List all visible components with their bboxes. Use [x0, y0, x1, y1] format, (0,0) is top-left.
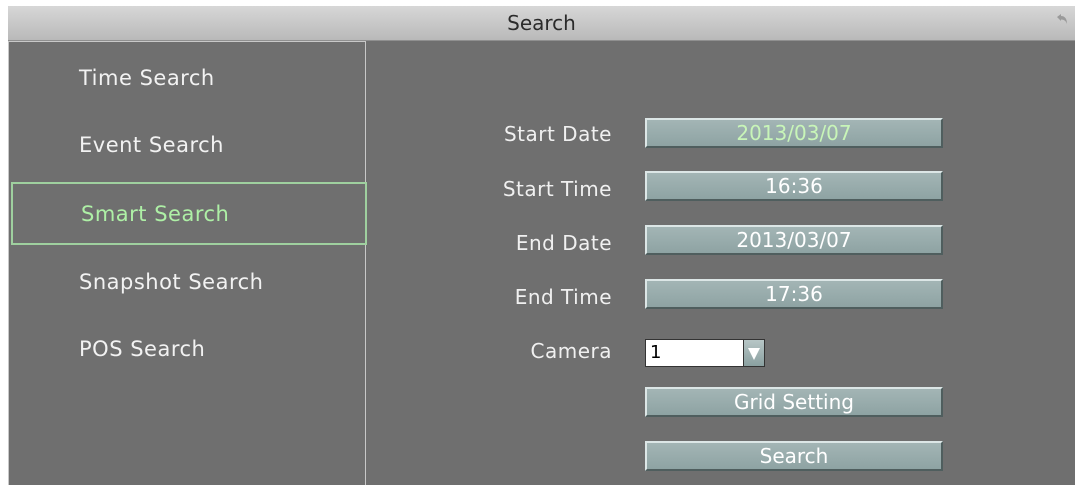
start-date-field[interactable]: 2013/03/07: [645, 118, 943, 148]
window-title: Search: [507, 11, 576, 35]
sidebar-item-time-search[interactable]: Time Search: [9, 46, 365, 110]
sidebar-item-label: POS Search: [79, 337, 206, 361]
end-time-label: End Time: [514, 285, 612, 309]
dvr-search-window: Search Time Search Event Search Smart Se…: [0, 0, 1079, 485]
search-content-panel: Time Search Event Search Smart Search Sn…: [8, 41, 1075, 485]
search-type-sidebar: Time Search Event Search Smart Search Sn…: [8, 41, 367, 485]
sidebar-item-label: Event Search: [79, 133, 224, 157]
sidebar-item-label: Smart Search: [81, 202, 230, 226]
sidebar-item-smart-search[interactable]: Smart Search: [11, 182, 367, 245]
camera-select[interactable]: 1: [645, 339, 765, 367]
start-date-label: Start Date: [503, 122, 612, 146]
camera-label: Camera: [530, 339, 612, 363]
sidebar-item-label: Snapshot Search: [79, 270, 264, 294]
grid-setting-button[interactable]: Grid Setting: [645, 387, 943, 417]
end-date-field[interactable]: 2013/03/07: [645, 225, 943, 255]
start-time-label: Start Time: [502, 177, 612, 201]
sidebar-item-event-search[interactable]: Event Search: [9, 113, 365, 177]
dropdown-triangle-icon[interactable]: [743, 339, 765, 367]
sidebar-item-label: Time Search: [79, 66, 215, 90]
start-time-field[interactable]: 16:36: [645, 171, 943, 201]
end-time-field[interactable]: 17:36: [645, 279, 943, 309]
search-button[interactable]: Search: [645, 441, 943, 471]
sidebar-item-pos-search[interactable]: POS Search: [9, 317, 365, 381]
title-bar: Search: [8, 6, 1075, 41]
end-date-label: End Date: [515, 231, 612, 255]
camera-selected-value: 1: [650, 342, 662, 363]
sidebar-item-snapshot-search[interactable]: Snapshot Search: [9, 250, 365, 314]
back-arrow-icon[interactable]: [1053, 12, 1069, 28]
